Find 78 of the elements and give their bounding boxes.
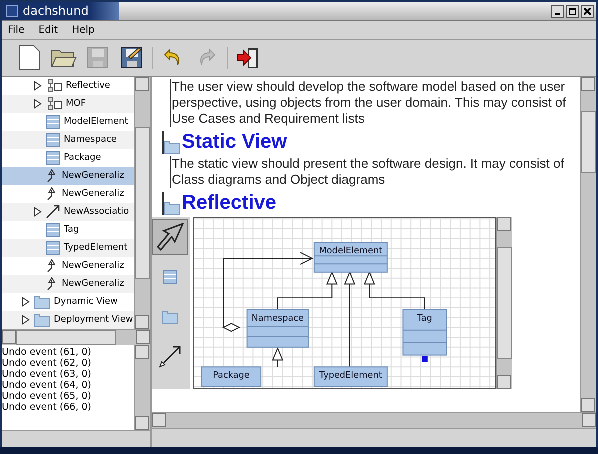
folder-icon xyxy=(34,295,50,309)
class-node[interactable]: ModelElement xyxy=(314,242,388,273)
tree-item[interactable]: NewGeneraliz xyxy=(2,185,134,203)
redo-icon xyxy=(198,48,216,68)
tree-item[interactable]: NewGeneraliz xyxy=(2,257,134,275)
tree-item[interactable]: Package xyxy=(2,149,134,167)
generalization-icon xyxy=(46,277,58,291)
class-icon xyxy=(46,133,60,147)
generalization-icon xyxy=(46,187,58,201)
class-icon xyxy=(46,115,60,129)
tree-item[interactable]: Tag xyxy=(2,221,134,239)
scrollbar-thumb[interactable] xyxy=(16,330,116,345)
tree-item[interactable]: NewGeneraliz xyxy=(2,167,134,185)
exit-door-icon xyxy=(237,47,259,69)
log-line: Undo event (65, 0) xyxy=(2,391,92,402)
class-icon xyxy=(46,223,60,237)
tree-item[interactable]: Reflective xyxy=(2,77,134,95)
tree-item[interactable]: ModelElement xyxy=(2,113,134,131)
pointer-arrow-icon xyxy=(156,223,184,251)
tree-item[interactable]: NewAssociatio xyxy=(2,203,134,221)
menu-item[interactable]: Help xyxy=(72,24,95,36)
class-node[interactable]: TypedElement xyxy=(314,366,388,388)
tree-item[interactable]: Deployment View xyxy=(2,311,134,329)
menu-item[interactable]: Edit xyxy=(38,24,58,36)
palette-tool-button[interactable] xyxy=(152,219,188,255)
class-icon xyxy=(163,270,177,284)
log-line: Undo event (61, 0) xyxy=(2,347,92,358)
maximize-icon xyxy=(569,8,576,14)
expand-arrow-icon[interactable] xyxy=(22,297,30,307)
floppy-pencil-icon xyxy=(121,47,143,69)
scrollbar-thumb[interactable] xyxy=(581,111,596,173)
class-node[interactable]: Namespace xyxy=(246,309,309,348)
generalization-connector xyxy=(272,347,284,368)
document-paragraph: The static view should present the software design. It may consist of Class diagrams and Object diagrams xyxy=(170,156,576,188)
scrollbar-thumb[interactable] xyxy=(135,127,150,279)
tree-item[interactable]: Namespace xyxy=(2,131,134,149)
package-icon xyxy=(162,310,178,324)
tree-item[interactable]: MOF xyxy=(2,95,134,113)
close-button[interactable] xyxy=(581,4,594,18)
expand-arrow-icon[interactable] xyxy=(34,99,42,109)
log-line: Undo event (64, 0) xyxy=(2,380,92,391)
expand-arrow-icon[interactable] xyxy=(34,207,42,217)
maximize-button[interactable] xyxy=(566,4,579,18)
package-icon xyxy=(46,97,62,111)
association-icon xyxy=(158,345,182,369)
generalization-connector xyxy=(277,271,338,310)
generalization-connector xyxy=(364,271,426,310)
expand-arrow-icon[interactable] xyxy=(22,315,30,325)
package-icon xyxy=(164,140,180,154)
class-node[interactable]: Tag xyxy=(402,309,448,356)
scrollbar-thumb[interactable] xyxy=(497,247,512,359)
generalization-icon xyxy=(46,169,58,183)
menu-item[interactable]: File xyxy=(8,24,25,36)
generalization-icon xyxy=(46,259,58,273)
class-icon xyxy=(46,151,60,165)
folder-icon xyxy=(51,48,77,68)
close-icon xyxy=(584,8,591,14)
log-line: Undo event (63, 0) xyxy=(2,369,92,380)
section-heading: Static View xyxy=(182,131,288,154)
class-node[interactable]: Package xyxy=(201,366,262,388)
class-icon xyxy=(46,241,60,255)
folder-icon xyxy=(34,313,50,327)
window-title: dachshund xyxy=(23,4,89,18)
section-heading: Reflective xyxy=(182,192,276,215)
document-paragraph: The user view should develop the software model based on the user perspective, using objects from the user domain. This may consist of Use Cases and Requirement lists xyxy=(170,79,576,127)
package-icon xyxy=(164,201,180,215)
app-icon xyxy=(6,5,18,17)
tree-item[interactable]: TypedElement xyxy=(2,239,134,257)
expand-arrow-icon[interactable] xyxy=(34,81,42,91)
selection-handle[interactable] xyxy=(422,356,428,362)
undo-icon xyxy=(164,48,182,68)
tree-item[interactable]: NewGeneraliz xyxy=(2,275,134,293)
minimize-button[interactable] xyxy=(551,4,564,18)
new-file-icon xyxy=(19,45,41,71)
association-icon xyxy=(46,205,60,219)
tree-item[interactable]: Dynamic View xyxy=(2,293,134,311)
log-line: Undo event (66, 0) xyxy=(2,402,92,413)
log-line: Undo event (62, 0) xyxy=(2,358,92,369)
